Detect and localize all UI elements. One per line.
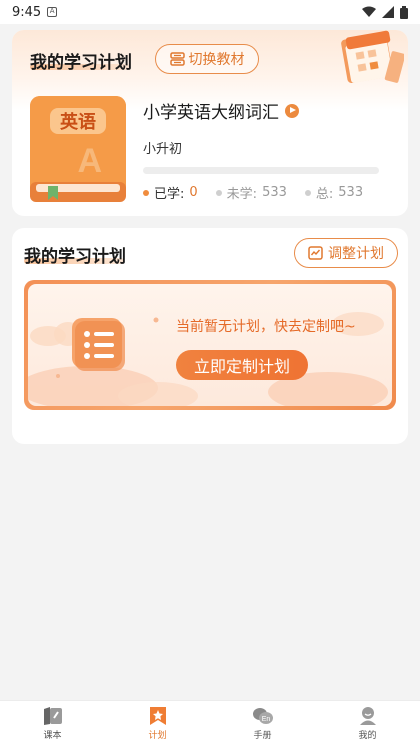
study-plan-card: 我的学习计划 调整计划 当前暂无计划，快去定制吧~ 立即定制计划 bbox=[12, 228, 408, 444]
empty-plan-text: 当前暂无计划，快去定制吧~ bbox=[176, 319, 356, 335]
nav-label-plan: 计划 bbox=[148, 731, 167, 741]
nav-item-plan[interactable]: 计划 bbox=[105, 701, 210, 746]
switch-textbook-button[interactable]: 切换教材 bbox=[155, 44, 259, 74]
book-name-text: 小学英语大纲词汇 bbox=[143, 103, 279, 123]
cover-letter: A bbox=[77, 142, 102, 180]
nav-label-textbook: 课本 bbox=[43, 731, 62, 741]
total-value: 533 bbox=[338, 185, 364, 200]
status-icons bbox=[362, 5, 408, 19]
learned-value: 0 bbox=[189, 185, 198, 200]
plan-list-icon bbox=[72, 318, 125, 371]
switch-textbook-label: 切换教材 bbox=[188, 52, 245, 68]
adjust-plan-label: 调整计划 bbox=[328, 246, 384, 262]
play-icon[interactable] bbox=[285, 103, 299, 118]
stat-total: 总: 533 bbox=[304, 183, 364, 202]
nav-item-profile[interactable]: 我的 bbox=[315, 701, 420, 746]
book-cover[interactable]: A 英语 bbox=[30, 96, 126, 202]
stat-learned: 已学: 0 bbox=[143, 183, 198, 202]
stat-unlearned: 未学: 533 bbox=[215, 183, 287, 202]
word-stats: 已学: 0 未学: 533 总: 533 bbox=[143, 183, 363, 202]
book-name[interactable]: 小学英语大纲词汇 bbox=[143, 98, 299, 123]
empty-plan-banner-inner: 当前暂无计划，快去定制吧~ 立即定制计划 bbox=[28, 284, 392, 406]
adjust-plan-button[interactable]: 调整计划 bbox=[294, 238, 398, 268]
wifi-icon bbox=[362, 6, 376, 17]
battery-icon bbox=[400, 5, 408, 19]
empty-plan-banner: 当前暂无计划，快去定制吧~ 立即定制计划 bbox=[24, 280, 396, 410]
total-label: 总: bbox=[315, 187, 334, 202]
nav-item-textbook[interactable]: 课本 bbox=[0, 701, 105, 746]
svg-text:En: En bbox=[261, 716, 270, 723]
learned-label: 已学: bbox=[154, 187, 185, 202]
unlearned-dot bbox=[215, 189, 222, 196]
bottom-nav: 课本 计划 En 手册 我的 bbox=[0, 700, 420, 746]
handbook-icon: En bbox=[252, 708, 273, 724]
calendar-illustration-icon bbox=[341, 30, 404, 84]
nav-label-handbook: 手册 bbox=[253, 731, 272, 741]
progress-bar bbox=[143, 167, 379, 174]
nav-label-profile: 我的 bbox=[358, 731, 377, 741]
textbook-card: 我的学习计划 切换教材 A 英语 小学英语大纲词汇 小升初 已学: 0 未学: … bbox=[12, 30, 408, 216]
book-cover-illustration: A 英语 bbox=[30, 96, 126, 202]
status-bar: 9:45 A bbox=[0, 0, 420, 24]
total-dot bbox=[304, 189, 311, 196]
nav-item-handbook[interactable]: En 手册 bbox=[210, 701, 315, 746]
schedule-card-title: 我的学习计划 bbox=[24, 247, 126, 267]
profile-icon bbox=[359, 707, 376, 725]
notification-icon: A bbox=[47, 7, 58, 17]
signal-icon bbox=[382, 6, 394, 18]
create-plan-button[interactable]: 立即定制计划 bbox=[176, 350, 308, 380]
plan-card-title: 我的学习计划 bbox=[30, 53, 132, 73]
adjust-plan-icon bbox=[308, 246, 323, 260]
learned-dot bbox=[143, 189, 149, 196]
unlearned-value: 533 bbox=[262, 185, 287, 200]
status-time: 9:45 bbox=[12, 4, 42, 20]
switch-icon bbox=[169, 52, 185, 66]
cover-text: 英语 bbox=[59, 111, 96, 133]
unlearned-label: 未学: bbox=[226, 187, 258, 202]
textbook-icon bbox=[43, 707, 62, 725]
book-level: 小升初 bbox=[143, 142, 183, 157]
plan-star-icon bbox=[149, 707, 166, 725]
